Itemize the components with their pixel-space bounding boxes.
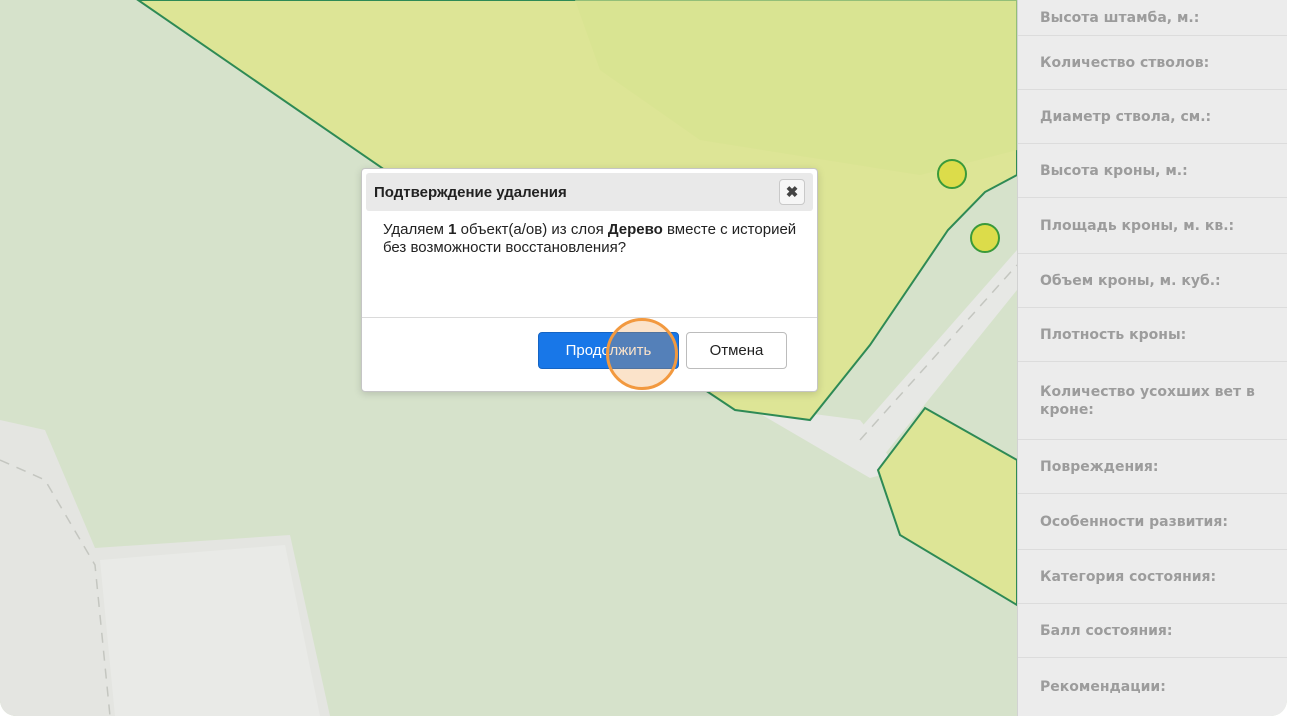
click-indicator: [606, 318, 678, 390]
field-recommendations: Рекомендации:: [1040, 679, 1166, 695]
field-development-features: Особенности развития:: [1018, 494, 1287, 550]
field-trunk-count: Количество стволов:: [1018, 36, 1287, 90]
field-trunk-height: Высота штамба, м.:: [1018, 0, 1287, 36]
map-building-area-inner: [100, 545, 320, 716]
app-frame: Высота штамба, м.: Количество стволов: Д…: [0, 0, 1287, 716]
field-crown-volume: Объем кроны, м. куб.:: [1018, 254, 1287, 308]
dialog-title: Подтверждение удаления: [374, 184, 567, 201]
dialog-divider: [362, 317, 817, 318]
field-trunk-diameter: Диаметр ствола, см.:: [1018, 90, 1287, 144]
object-count: 1: [448, 221, 457, 238]
dialog-message: Удаляем 1 объект(а/ов) из слоя Дерево вм…: [383, 221, 803, 257]
field-crown-area: Площадь кроны, м. кв.:: [1018, 198, 1287, 254]
delete-confirmation-dialog: Подтверждение удаления ✖ Удаляем 1 объек…: [361, 168, 818, 392]
field-dry-branches: Количество усохших вет в кроне:: [1018, 362, 1287, 440]
field-damage: Повреждения:: [1018, 440, 1287, 494]
layer-name: Дерево: [607, 221, 663, 238]
field-condition-score: Балл состояния:: [1018, 604, 1287, 658]
close-icon[interactable]: ✖: [779, 179, 805, 205]
field-crown-density: Плотность кроны:: [1018, 308, 1287, 362]
tree-marker-1[interactable]: [937, 159, 967, 189]
field-crown-height: Высота кроны, м.:: [1018, 144, 1287, 198]
field-condition-category: Категория состояния:: [1018, 550, 1287, 604]
message-prefix: Удаляем: [383, 221, 449, 238]
dialog-header: Подтверждение удаления ✖: [366, 173, 813, 211]
cancel-button[interactable]: Отмена: [686, 332, 787, 369]
message-middle: объект(а/ов) из слоя: [456, 221, 608, 238]
tree-marker-2[interactable]: [970, 223, 1000, 253]
attribute-panel: Высота штамба, м.: Количество стволов: Д…: [1017, 0, 1287, 716]
